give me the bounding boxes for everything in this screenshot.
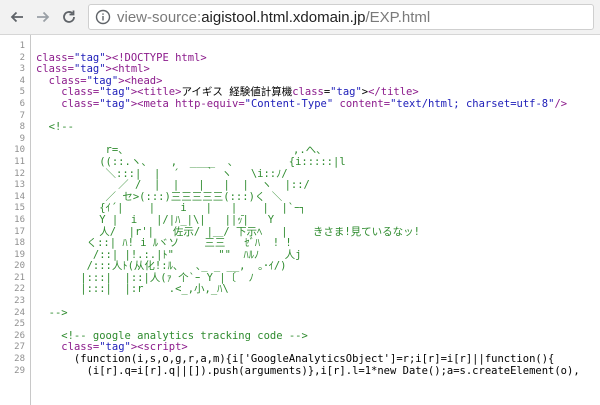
source-line: 6 class="tag"><meta http-equiv="Content-…: [0, 97, 600, 111]
source-line: 22 |:::| |:r .<_,小,_ﾊ\: [0, 284, 600, 296]
line-number: 24: [14, 307, 25, 318]
source-viewer[interactable]: 1 2 class="tag"><!DOCTYPE html> 3 class="tag…: [0, 35, 600, 405]
line-number: 5: [19, 87, 25, 98]
url-scheme: view-source:: [117, 9, 202, 26]
back-button[interactable]: [6, 6, 28, 28]
line-code: Y | i |/|ﾊ_|\| ||ｯ̄| Y: [36, 213, 275, 226]
line-code: ／ / | | | | | ヽ |::/: [36, 179, 310, 192]
line-number: 3: [19, 64, 25, 75]
source-line: 28 (function(i,s,o,g,r,a,m){i['GoogleAna…: [0, 353, 600, 366]
line-code: (i[r].q=i[r].q||[]).push(arguments)},i[r…: [36, 364, 580, 377]
line-number: 4: [19, 75, 25, 86]
line-number: 11: [14, 156, 25, 167]
line-number: 28: [14, 354, 25, 365]
line-number: 13: [14, 180, 25, 191]
line-code: <!--: [36, 121, 74, 134]
source-line: 24 -->: [0, 306, 600, 320]
line-number: 27: [14, 342, 25, 353]
source-line: 29 (i[r].q=i[r].q||[]).push(arguments)},…: [0, 364, 600, 378]
line-number: 12: [14, 168, 25, 179]
line-number: 10: [14, 145, 25, 156]
info-icon[interactable]: [95, 9, 111, 25]
line-code: |:::| |:r .<_,小,_ﾊ\: [36, 283, 229, 296]
line-number: 22: [14, 284, 25, 295]
line-code: -->: [36, 306, 68, 319]
source-line: 11 ((::.ヽ、 , ____ 、 {i:::::|l: [0, 155, 600, 169]
line-code: く::| ﾊ! i ﾙヾソ 三三 ｾﾞﾊ ! !: [36, 237, 292, 250]
arrow-right-icon: [35, 9, 51, 25]
address-bar[interactable]: view-source:aigistool.html.xdomain.jp/EX…: [88, 4, 594, 30]
line-number: 16: [14, 214, 25, 225]
line-number: 29: [14, 365, 25, 376]
line-number: 18: [14, 238, 25, 249]
url-host: aigistool.html.xdomain.jp: [201, 9, 366, 26]
source-line: 7: [0, 111, 600, 123]
line-number: 17: [14, 226, 25, 237]
line-number: 7: [19, 110, 25, 121]
line-number: 6: [19, 98, 25, 109]
line-code: ((::.ヽ、 , ____ 、 {i:::::|l: [36, 155, 346, 168]
line-number: 9: [19, 133, 25, 144]
forward-button[interactable]: [32, 6, 54, 28]
source-line: 8 <!--: [0, 122, 600, 134]
line-number: 19: [14, 249, 25, 260]
source-line: 23: [0, 296, 600, 308]
line-code: (function(i,s,o,g,r,a,m){i['GoogleAnalyt…: [36, 353, 555, 366]
line-number: 25: [14, 319, 25, 330]
reload-button[interactable]: [58, 6, 80, 28]
url-path: /EXP.html: [365, 9, 431, 26]
line-code: class="tag"><meta http-equiv="Content-Ty…: [61, 97, 568, 110]
line-number: 21: [14, 272, 25, 283]
url-text[interactable]: view-source:aigistool.html.xdomain.jp/EX…: [117, 9, 430, 26]
source-line: 18 く::| ﾊ! i ﾙヾソ 三三 ｾﾞﾊ ! !: [0, 237, 600, 250]
line-number: 15: [14, 203, 25, 214]
arrow-left-icon: [9, 9, 25, 25]
line-number: 14: [14, 191, 25, 202]
line-number: 20: [14, 261, 25, 272]
source-lines: 1 2 class="tag"><!DOCTYPE html> 3 class="tag…: [0, 41, 600, 377]
source-line: 16 Y | i |/|ﾊ_|\| ||ｯ̄| Y: [0, 213, 600, 227]
reload-icon: [61, 9, 77, 25]
source-line: 13 ／ / | | | | | ヽ |::/: [0, 180, 600, 192]
line-number: 23: [14, 296, 25, 307]
browser-toolbar: view-source:aigistool.html.xdomain.jp/EX…: [0, 0, 600, 35]
line-number: 26: [14, 330, 25, 341]
line-number: 8: [19, 122, 25, 133]
line-number: 2: [19, 52, 25, 63]
line-number: 1: [19, 41, 25, 51]
